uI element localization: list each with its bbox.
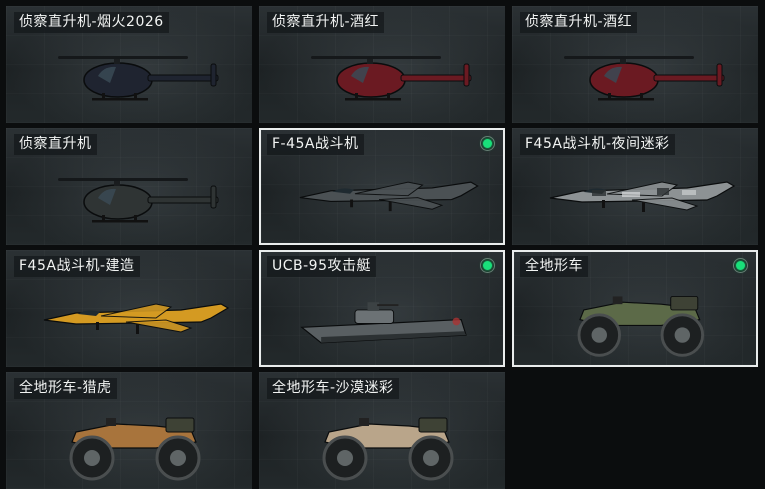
vehicle-card-label: 侦察直升机 xyxy=(14,134,97,155)
vehicle-card-label: 侦察直升机-酒红 xyxy=(520,12,638,33)
vehicle-card-label: 全地形车-沙漠迷彩 xyxy=(267,378,399,399)
vehicle-card[interactable]: UCB-95攻击艇 xyxy=(259,250,505,367)
equipped-check-icon xyxy=(480,136,495,151)
vehicle-card-label: F45A战斗机-夜间迷彩 xyxy=(520,134,675,155)
vehicle-card[interactable]: 侦察直升机-烟火2026 xyxy=(6,6,252,123)
vehicle-card[interactable]: 侦察直升机 xyxy=(6,128,252,245)
vehicle-card-label: 侦察直升机-烟火2026 xyxy=(14,12,169,33)
vehicle-card-label: 侦察直升机-酒红 xyxy=(267,12,385,33)
equipped-check-icon xyxy=(733,258,748,273)
vehicle-card[interactable]: 侦察直升机-酒红 xyxy=(512,6,758,123)
vehicle-card[interactable]: 全地形车 xyxy=(512,250,758,367)
vehicle-card[interactable]: F-45A战斗机 xyxy=(259,128,505,245)
vehicle-card[interactable]: F45A战斗机-建造 xyxy=(6,250,252,367)
vehicle-card[interactable]: F45A战斗机-夜间迷彩 xyxy=(512,128,758,245)
equipped-check-icon xyxy=(480,258,495,273)
vehicle-card[interactable]: 全地形车-猎虎 xyxy=(6,372,252,489)
vehicle-card-label: F45A战斗机-建造 xyxy=(14,256,140,277)
vehicle-card[interactable]: 侦察直升机-酒红 xyxy=(259,6,505,123)
vehicle-card-label: F-45A战斗机 xyxy=(267,134,364,155)
vehicle-skin-grid: 侦察直升机-烟火2026 侦察直升机-酒红 侦察直升机-酒红 侦察直升机 F-4… xyxy=(0,0,765,489)
vehicle-card-label: UCB-95攻击艇 xyxy=(267,256,376,277)
vehicle-card[interactable]: 全地形车-沙漠迷彩 xyxy=(259,372,505,489)
vehicle-card-label: 全地形车-猎虎 xyxy=(14,378,117,399)
vehicle-card-label: 全地形车 xyxy=(520,256,588,277)
